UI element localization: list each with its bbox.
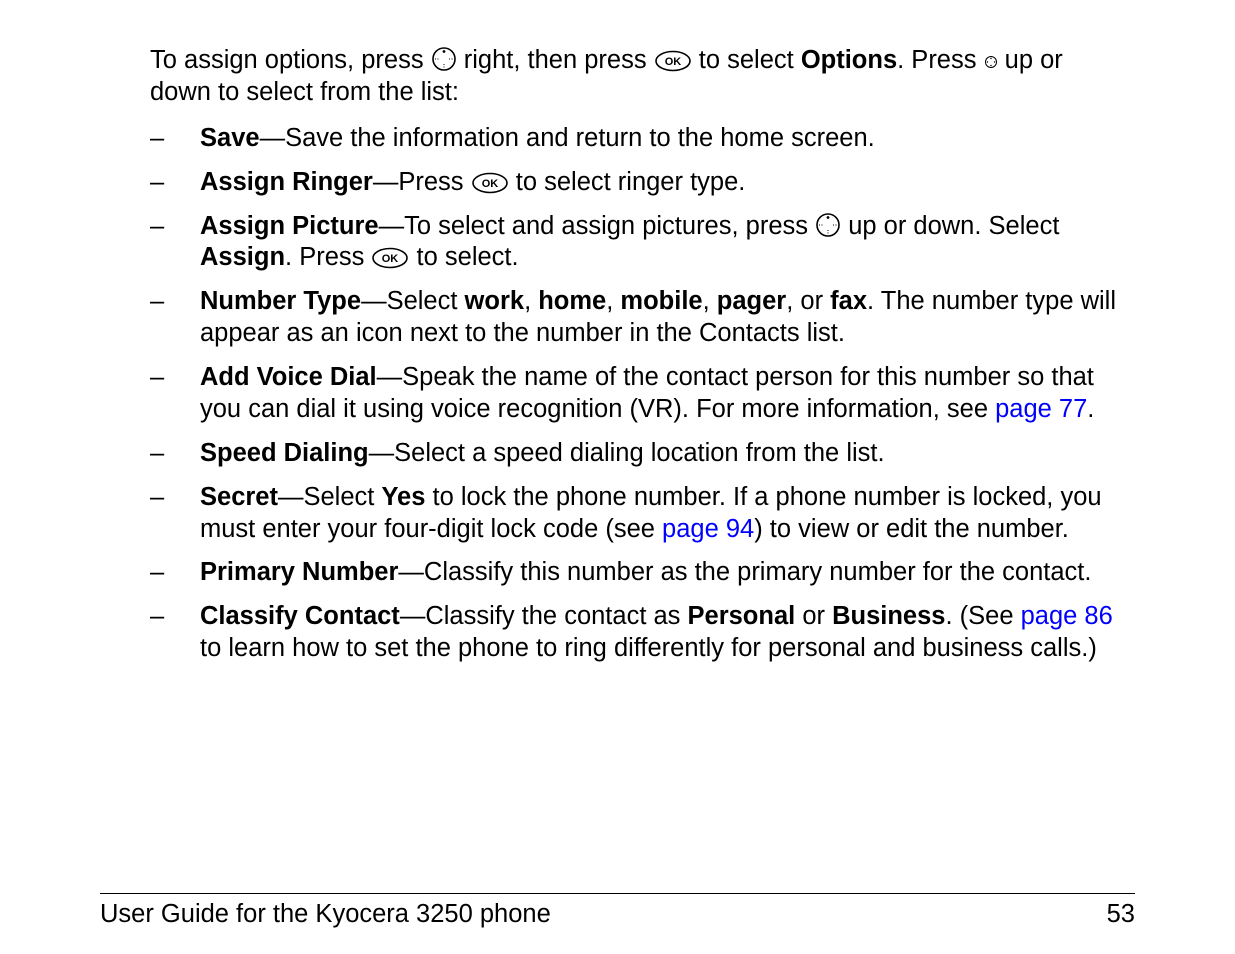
document-page: To assign options, press right, then pre…: [0, 0, 1235, 954]
item-label: Primary Number: [200, 558, 398, 586]
list-item: – Classify Contact—Classify the contact …: [150, 601, 1120, 665]
svg-text:OK: OK: [664, 56, 681, 68]
item-label: Assign Picture: [200, 212, 379, 240]
type-work: work: [465, 287, 525, 315]
list-item: – Save—Save the information and return t…: [150, 123, 1120, 155]
text: —Select a speed dialing location from th…: [369, 439, 885, 467]
item-label: Number Type: [200, 287, 361, 315]
text: . Press: [285, 243, 371, 271]
text: ,: [606, 287, 620, 315]
personal-label: Personal: [688, 602, 796, 630]
bullet: –: [150, 557, 200, 589]
text: ) to view or edit the number.: [754, 515, 1069, 543]
type-home: home: [538, 287, 606, 315]
text: to select.: [409, 243, 518, 271]
item-body: Number Type—Select work, home, mobile, p…: [200, 286, 1120, 350]
bullet: –: [150, 286, 200, 350]
list-item: – Primary Number—Classify this number as…: [150, 557, 1120, 589]
yes-label: Yes: [381, 483, 425, 511]
page-link[interactable]: page 94: [662, 515, 754, 543]
text: ,: [703, 287, 717, 315]
item-body: Primary Number—Classify this number as t…: [200, 557, 1120, 589]
text: right, then press: [457, 46, 654, 74]
ok-icon: OK: [471, 172, 509, 194]
nav-small-icon: [984, 55, 998, 69]
bullet: –: [150, 601, 200, 665]
text: —Select: [361, 287, 464, 315]
item-label: Secret: [200, 483, 278, 511]
text: . Press: [897, 46, 983, 74]
ok-icon: OK: [371, 247, 409, 269]
nav-icon: [815, 212, 841, 238]
page-number: 53: [1107, 900, 1135, 929]
footer-title: User Guide for the Kyocera 3250 phone: [100, 900, 551, 929]
item-body: Assign Picture—To select and assign pict…: [200, 211, 1120, 275]
text: —Select: [278, 483, 381, 511]
options-list: – Save—Save the information and return t…: [150, 123, 1120, 665]
item-body: Add Voice Dial—Speak the name of the con…: [200, 362, 1120, 426]
item-body: Classify Contact—Classify the contact as…: [200, 601, 1120, 665]
svg-text:OK: OK: [382, 253, 399, 265]
type-mobile: mobile: [620, 287, 702, 315]
item-body: Speed Dialing—Select a speed dialing loc…: [200, 438, 1120, 470]
item-label: Classify Contact: [200, 602, 400, 630]
bullet: –: [150, 167, 200, 199]
bullet: –: [150, 482, 200, 546]
text: to learn how to set the phone to ring di…: [200, 634, 1097, 662]
item-label: Save: [200, 124, 260, 152]
text: —To select and assign pictures, press: [379, 212, 816, 240]
text: —Press: [373, 168, 471, 196]
text: or: [795, 602, 832, 630]
list-item: – Speed Dialing—Select a speed dialing l…: [150, 438, 1120, 470]
text: , or: [786, 287, 830, 315]
intro-paragraph: To assign options, press right, then pre…: [150, 45, 1120, 109]
bullet: –: [150, 211, 200, 275]
nav-icon: [431, 46, 457, 72]
list-item: – Assign Picture—To select and assign pi…: [150, 211, 1120, 275]
business-label: Business: [832, 602, 945, 630]
text: .: [1087, 395, 1094, 423]
type-pager: pager: [717, 287, 786, 315]
text: . (See: [945, 602, 1020, 630]
list-item: – Assign Ringer—Press OK to select ringe…: [150, 167, 1120, 199]
content-area: To assign options, press right, then pre…: [150, 45, 1120, 677]
type-fax: fax: [830, 287, 867, 315]
list-item: – Add Voice Dial—Speak the name of the c…: [150, 362, 1120, 426]
item-body: Save—Save the information and return to …: [200, 123, 1120, 155]
item-label: Add Voice Dial: [200, 363, 377, 391]
text: to select ringer type.: [509, 168, 746, 196]
bullet: –: [150, 123, 200, 155]
page-link[interactable]: page 77: [995, 395, 1087, 423]
list-item: – Number Type—Select work, home, mobile,…: [150, 286, 1120, 350]
bullet: –: [150, 362, 200, 426]
item-body: Secret—Select Yes to lock the phone numb…: [200, 482, 1120, 546]
text: to select: [692, 46, 801, 74]
item-body: Assign Ringer—Press OK to select ringer …: [200, 167, 1120, 199]
list-item: – Secret—Select Yes to lock the phone nu…: [150, 482, 1120, 546]
ok-icon: OK: [654, 50, 692, 72]
svg-text:OK: OK: [481, 178, 498, 190]
options-label: Options: [801, 46, 897, 74]
text: up or down. Select: [841, 212, 1059, 240]
text: ,: [524, 287, 538, 315]
text: To assign options, press: [150, 46, 431, 74]
item-label: Speed Dialing: [200, 439, 369, 467]
bullet: –: [150, 438, 200, 470]
assign-label: Assign: [200, 243, 285, 271]
text: —Classify this number as the primary num…: [398, 558, 1091, 586]
text: —Save the information and return to the …: [260, 124, 875, 152]
item-label: Assign Ringer: [200, 168, 373, 196]
page-footer: User Guide for the Kyocera 3250 phone 53: [100, 893, 1135, 929]
page-link[interactable]: page 86: [1021, 602, 1113, 630]
text: —Classify the contact as: [400, 602, 688, 630]
